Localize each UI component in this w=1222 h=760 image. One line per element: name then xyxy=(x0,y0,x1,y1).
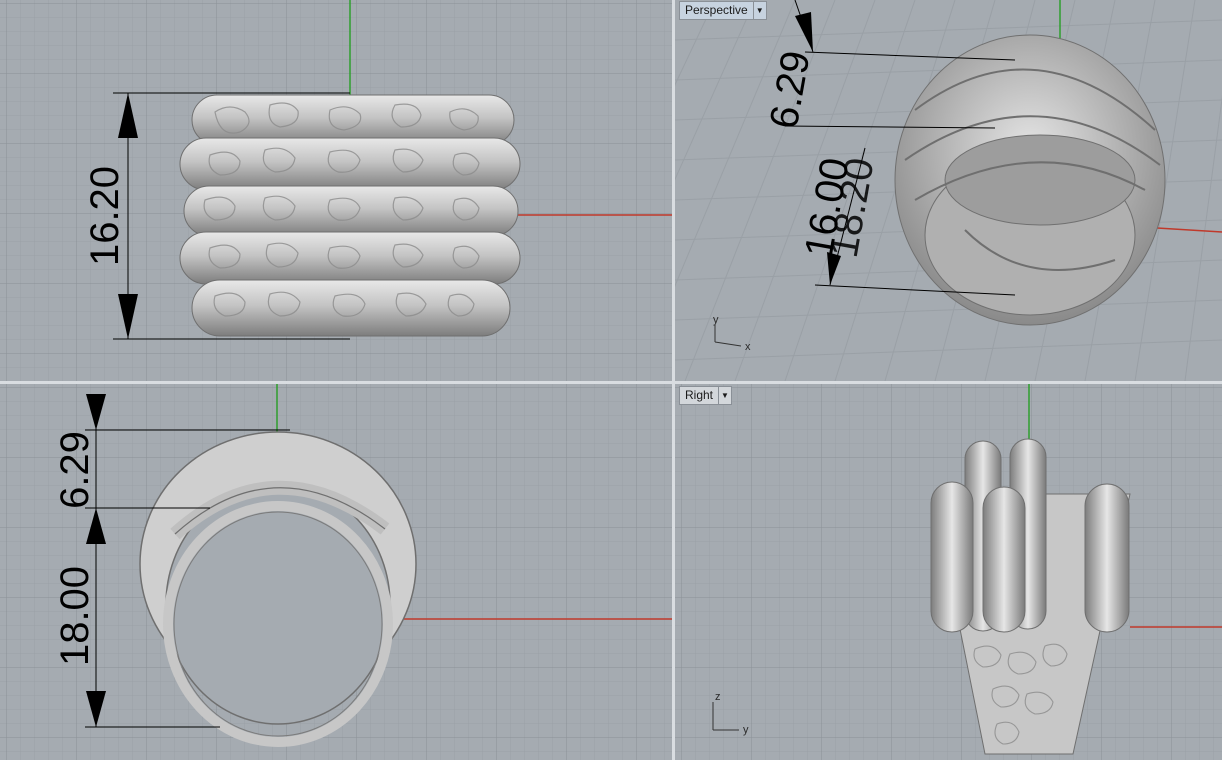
viewport-front-canvas[interactable]: 6.29 18.00 xyxy=(0,384,672,760)
viewport-splitter-vertical[interactable] xyxy=(672,0,675,760)
ring-model-top[interactable] xyxy=(179,94,521,337)
viewport-title-right[interactable]: Right xyxy=(680,387,718,404)
rhino-workspace: 16.20 6.29 16.00 18.20 y x Perspective ▼… xyxy=(0,0,1222,760)
svg-text:x: x xyxy=(745,341,751,353)
dim-front-upper: 6.29 xyxy=(53,431,97,509)
tab-perspective[interactable]: Perspective ▼ xyxy=(679,1,767,20)
viewport-title-perspective[interactable]: Perspective xyxy=(680,2,753,19)
svg-text:y: y xyxy=(713,314,719,326)
tab-right[interactable]: Right ▼ xyxy=(679,386,733,405)
ring-model-perspective[interactable] xyxy=(894,34,1166,326)
viewport-perspective[interactable]: 6.29 16.00 18.20 y x Perspective ▼ xyxy=(675,0,1222,381)
svg-text:z: z xyxy=(715,691,721,703)
dimension-label-height: 16.20 xyxy=(83,166,127,266)
viewport-top[interactable]: 16.20 xyxy=(0,0,672,381)
axis-indicator-perspective: y x xyxy=(713,314,751,353)
chevron-down-icon[interactable]: ▼ xyxy=(752,2,766,19)
viewport-top-canvas[interactable]: 16.20 xyxy=(0,0,672,381)
dim-perspective-upper: 6.29 xyxy=(762,48,819,132)
viewport-front[interactable]: 6.29 18.00 xyxy=(0,384,672,760)
viewport-splitter-horizontal[interactable] xyxy=(0,381,1222,384)
viewport-right-canvas[interactable]: z y xyxy=(675,384,1222,760)
viewport-perspective-canvas[interactable]: 6.29 16.00 18.20 y x xyxy=(675,0,1222,381)
dim-front-lower: 18.00 xyxy=(53,566,97,666)
svg-text:y: y xyxy=(743,724,749,736)
viewport-right[interactable]: z y Right ▼ xyxy=(675,384,1222,760)
chevron-down-icon[interactable]: ▼ xyxy=(718,387,731,404)
